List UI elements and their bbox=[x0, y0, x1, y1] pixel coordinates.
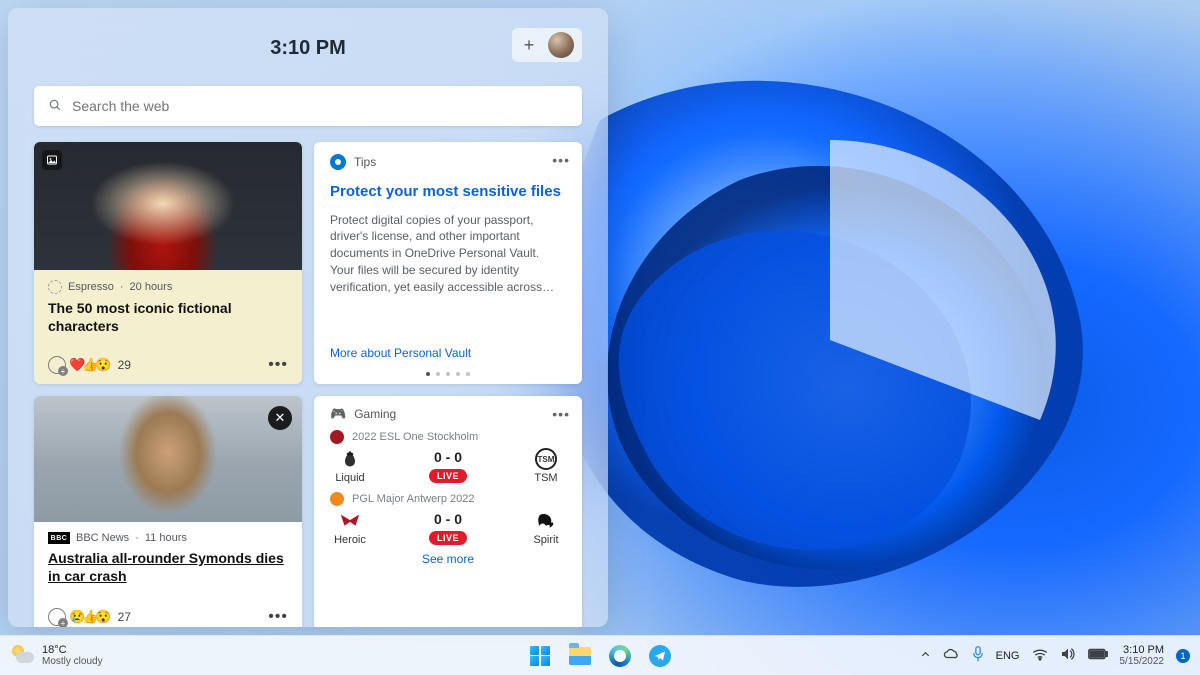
taskbar-time: 3:10 PM bbox=[1120, 644, 1165, 656]
search-icon bbox=[48, 98, 62, 115]
image-icon bbox=[42, 150, 62, 170]
taskbar-center bbox=[527, 643, 673, 669]
onedrive-icon[interactable] bbox=[943, 648, 960, 663]
live-badge: LIVE bbox=[429, 531, 467, 545]
tips-card[interactable]: Tips ••• Protect your most sensitive fil… bbox=[314, 142, 582, 384]
react-count: 27 bbox=[118, 610, 131, 624]
tips-title: Protect your most sensitive files bbox=[330, 182, 566, 202]
live-badge: LIVE bbox=[429, 469, 467, 483]
widgets-panel: 3:10 PM + Espresso · 20 hours bbox=[8, 8, 608, 627]
team-logo-tsm: TSM bbox=[535, 448, 557, 470]
file-explorer-button[interactable] bbox=[567, 643, 593, 669]
card-more-button[interactable]: ••• bbox=[268, 608, 288, 626]
tray-overflow-button[interactable] bbox=[920, 648, 931, 663]
taskbar-clock[interactable]: 3:10 PM 5/15/2022 bbox=[1120, 644, 1165, 667]
tournament-row: PGL Major Antwerp 2022 bbox=[330, 492, 566, 506]
weather-icon bbox=[12, 645, 34, 667]
start-button[interactable] bbox=[527, 643, 553, 669]
microphone-icon[interactable] bbox=[972, 646, 984, 665]
edge-button[interactable] bbox=[607, 643, 633, 669]
news-title: Australia all-rounder Symonds dies in ca… bbox=[48, 550, 288, 585]
news-card-espresso[interactable]: Espresso · 20 hours The 50 most iconic f… bbox=[34, 142, 302, 384]
taskbar-weather[interactable]: 18°C Mostly cloudy bbox=[12, 644, 103, 667]
card-more-button[interactable]: ••• bbox=[552, 406, 570, 422]
telegram-icon bbox=[649, 645, 671, 667]
add-widget-button[interactable]: + bbox=[520, 36, 538, 54]
tips-body: Protect digital copies of your passport,… bbox=[330, 212, 566, 339]
bbc-icon: BBC bbox=[48, 532, 70, 544]
notification-badge[interactable]: 1 bbox=[1176, 649, 1190, 663]
news-source-line: BBC BBC News · 11 hours bbox=[48, 532, 288, 544]
team-logo-liquid bbox=[339, 448, 361, 470]
team-logo-heroic bbox=[339, 510, 361, 532]
news-source: Espresso bbox=[68, 281, 114, 293]
tournament-name: 2022 ESL One Stockholm bbox=[352, 431, 478, 443]
pgl-icon bbox=[330, 492, 344, 506]
file-explorer-icon bbox=[569, 647, 591, 665]
dismiss-button[interactable]: ✕ bbox=[268, 406, 292, 430]
volume-icon[interactable] bbox=[1060, 647, 1076, 664]
news-card-bbc[interactable]: ✕ BBC BBC News · 11 hours Australia all-… bbox=[34, 396, 302, 627]
match-row[interactable]: Heroic 0 - 0 LIVE Spirit bbox=[330, 510, 566, 546]
card-more-button[interactable]: ••• bbox=[552, 152, 570, 168]
battery-icon[interactable] bbox=[1088, 648, 1108, 663]
wifi-icon[interactable] bbox=[1032, 648, 1048, 664]
gaming-widget-label: Gaming bbox=[354, 407, 396, 421]
tips-pager[interactable] bbox=[330, 372, 566, 376]
gamepad-icon: 🎮 bbox=[330, 406, 346, 422]
user-avatar[interactable] bbox=[548, 32, 574, 58]
match-row[interactable]: Liquid 0 - 0 LIVE TSM TSM bbox=[330, 448, 566, 484]
gaming-card[interactable]: 🎮 Gaming ••• 2022 ESL One Stockholm Liqu… bbox=[314, 396, 582, 627]
news-age: 20 hours bbox=[130, 281, 173, 293]
react-icon bbox=[48, 608, 66, 626]
taskbar-date: 5/15/2022 bbox=[1120, 656, 1165, 667]
match-score: 0 - 0 bbox=[434, 511, 462, 527]
language-indicator[interactable]: ENG bbox=[996, 650, 1020, 662]
news-age: 11 hours bbox=[145, 532, 187, 544]
team-name: TSM bbox=[534, 472, 557, 484]
reactions[interactable]: 😢👍😯 27 bbox=[48, 608, 131, 626]
team-name: Heroic bbox=[334, 534, 366, 546]
weather-temp: 18°C bbox=[42, 644, 103, 656]
team-name: Liquid bbox=[335, 472, 364, 484]
tips-link[interactable]: More about Personal Vault bbox=[330, 346, 566, 360]
edge-icon bbox=[609, 645, 631, 667]
esl-icon bbox=[330, 430, 344, 444]
news-title: The 50 most iconic fictional characters bbox=[48, 300, 288, 335]
see-more-link[interactable]: See more bbox=[330, 552, 566, 566]
news-source-line: Espresso · 20 hours bbox=[48, 280, 288, 294]
react-count: 29 bbox=[118, 358, 131, 372]
team-logo-spirit bbox=[535, 510, 557, 532]
telegram-button[interactable] bbox=[647, 643, 673, 669]
widgets-header-actions: + bbox=[512, 28, 582, 62]
card-more-button[interactable]: ••• bbox=[268, 356, 288, 374]
widgets-clock: 3:10 PM bbox=[270, 37, 346, 60]
news-image: ✕ bbox=[34, 396, 302, 522]
search-box[interactable] bbox=[34, 86, 582, 126]
team-name: Spirit bbox=[533, 534, 558, 546]
windows-logo-icon bbox=[530, 646, 550, 666]
react-icon bbox=[48, 356, 66, 374]
tournament-name: PGL Major Antwerp 2022 bbox=[352, 493, 475, 505]
source-icon bbox=[48, 280, 62, 294]
news-image bbox=[34, 142, 302, 270]
taskbar: 18°C Mostly cloudy ENG bbox=[0, 635, 1200, 675]
tips-icon bbox=[330, 154, 346, 170]
match-score: 0 - 0 bbox=[434, 449, 462, 465]
search-input[interactable] bbox=[72, 98, 568, 114]
tournament-row: 2022 ESL One Stockholm bbox=[330, 430, 566, 444]
reactions[interactable]: ❤️👍😯 29 bbox=[48, 356, 131, 374]
taskbar-system-tray: ENG 3:10 PM 5/15/2022 1 bbox=[920, 644, 1190, 667]
tips-widget-label: Tips bbox=[354, 155, 376, 169]
news-source: BBC News bbox=[76, 532, 129, 544]
weather-condition: Mostly cloudy bbox=[42, 656, 103, 667]
